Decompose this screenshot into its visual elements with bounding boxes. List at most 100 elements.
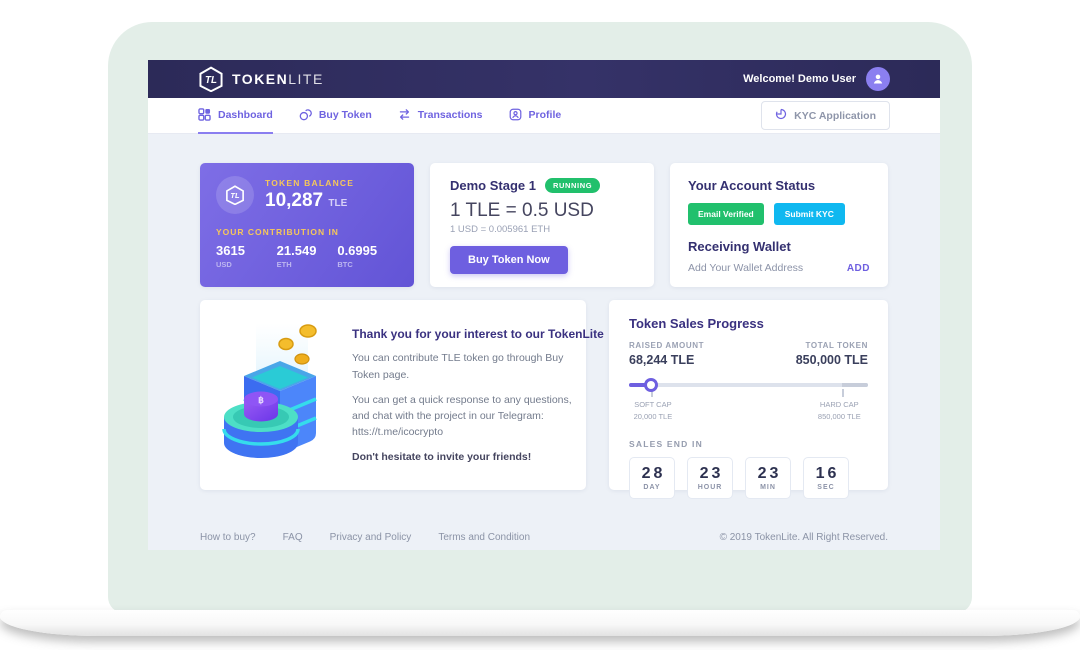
dashboard-content: TL TOKEN BALANCE 10,287 TLE YOUR CONTRIB… [148, 134, 940, 550]
footer-link-faq[interactable]: FAQ [283, 532, 303, 543]
footer-link-terms[interactable]: Terms and Condition [438, 532, 530, 543]
account-status-card: Your Account Status Email Verified Submi… [670, 163, 888, 287]
user-avatar[interactable] [866, 67, 890, 91]
sales-progress-slider [629, 378, 868, 392]
contribution-usd-label: USD [216, 260, 277, 269]
countdown-min-box: 23 MIN [745, 457, 791, 499]
raised-amount-value: 68,244 TLE [629, 353, 704, 367]
running-status-badge: RUNNING [545, 178, 600, 193]
cap-labels: SOFT CAP 20,000 TLE HARD CAP 850,000 TLE [629, 399, 868, 425]
contribution-btc-label: BTC [337, 260, 398, 269]
laptop-base [0, 610, 1080, 636]
countdown-sec-box: 16 SEC [803, 457, 849, 499]
countdown-min-value: 23 [755, 465, 782, 483]
thank-you-paragraph-2: You can get a quick response to any ques… [352, 392, 586, 441]
balance-amount-block: TOKEN BALANCE 10,287 TLE [265, 178, 354, 212]
nav-item-transactions[interactable]: Transactions [398, 98, 483, 134]
contribution-btc-value: 0.6995 [337, 243, 398, 258]
countdown-hour-box: 23 HOUR [687, 457, 733, 499]
countdown-sec-unit: SEC [817, 484, 834, 491]
thank-you-invite-line: Don't hesitate to invite your friends! [352, 451, 586, 463]
kyc-pie-icon [775, 108, 787, 123]
brand-name-bold: TOKEN [232, 71, 288, 87]
swap-arrows-icon [398, 108, 411, 121]
thank-you-paragraph-1: You can contribute TLE token go through … [352, 350, 586, 383]
slider-handle[interactable] [644, 378, 658, 392]
balance-unit: TLE [328, 198, 347, 209]
total-token-block: TOTAL TOKEN 850,000 TLE [796, 341, 868, 367]
contribution-usd-value: 3615 [216, 243, 277, 258]
sales-end-label: SALES END IN [629, 439, 868, 449]
brand-name: TOKENLITE [232, 71, 324, 87]
sales-amounts: RAISED AMOUNT 68,244 TLE TOTAL TOKEN 850… [629, 341, 868, 367]
receiving-wallet-title: Receiving Wallet [688, 239, 870, 254]
token-sub-rate: 1 USD = 0.005961 ETH [450, 224, 634, 235]
page-footer: How to buy? FAQ Privacy and Policy Terms… [200, 532, 888, 543]
add-wallet-link[interactable]: ADD [847, 263, 870, 274]
contribution-btc: 0.6995 BTC [337, 243, 398, 269]
account-status-title: Your Account Status [688, 178, 870, 193]
dashboard-grid-icon [198, 108, 211, 121]
nav-items: Dashboard Buy Token [198, 98, 587, 134]
wallet-hint: Add Your Wallet Address [688, 262, 803, 274]
brand-logo: TL TOKENLITE [198, 66, 324, 92]
raised-amount-block: RAISED AMOUNT 68,244 TLE [629, 341, 704, 367]
soft-cap-label: SOFT CAP 20,000 TLE [634, 399, 673, 422]
soft-cap-title: SOFT CAP [634, 399, 673, 411]
token-stage-card: Demo Stage 1 RUNNING 1 TLE = 0.5 USD 1 U… [430, 163, 654, 287]
nav-label-buy-token: Buy Token [319, 109, 372, 121]
kyc-application-button[interactable]: KYC Application [761, 101, 890, 130]
email-verified-badge[interactable]: Email Verified [688, 203, 764, 225]
app-window: TL TOKENLITE Welcome! Demo User [148, 60, 940, 550]
buy-token-now-button[interactable]: Buy Token Now [450, 246, 568, 274]
footer-link-how-to-buy[interactable]: How to buy? [200, 532, 256, 543]
slider-track-hardcap-segment [842, 383, 868, 387]
tokenlite-hexagon-icon: TL [198, 66, 224, 92]
slider-track [629, 383, 868, 387]
footer-links: How to buy? FAQ Privacy and Policy Terms… [200, 532, 530, 543]
kyc-button-label: KYC Application [794, 110, 876, 122]
countdown-day-box: 28 DAY [629, 457, 675, 499]
svg-text:TL: TL [205, 75, 217, 86]
total-token-label: TOTAL TOKEN [796, 341, 868, 350]
countdown-day-value: 28 [639, 465, 666, 483]
balance-header: TL TOKEN BALANCE 10,287 TLE [216, 176, 398, 214]
person-icon [871, 72, 885, 86]
token-rate: 1 TLE = 0.5 USD [450, 200, 634, 222]
nav-item-dashboard[interactable]: Dashboard [198, 98, 273, 134]
nav-item-profile[interactable]: Profile [509, 98, 562, 134]
submit-kyc-badge[interactable]: Submit KYC [774, 203, 845, 225]
contribution-values: 3615 USD 21.549 ETH 0.6995 BTC [216, 243, 398, 269]
countdown-hour-unit: HOUR [698, 484, 723, 491]
thank-you-card: ฿ Thank you for your interest to our Tok… [200, 300, 586, 490]
svg-text:฿: ฿ [258, 395, 264, 405]
nav-label-profile: Profile [529, 109, 562, 121]
balance-label: TOKEN BALANCE [265, 178, 354, 188]
footer-link-privacy[interactable]: Privacy and Policy [330, 532, 412, 543]
summary-cards-row: TL TOKEN BALANCE 10,287 TLE YOUR CONTRIB… [200, 134, 888, 287]
copyright-text: © 2019 TokenLite. All Right Reserved. [720, 532, 888, 543]
top-header: TL TOKENLITE Welcome! Demo User [148, 60, 940, 98]
hard-cap-tick [842, 389, 844, 397]
contribution-eth-label: ETH [277, 260, 338, 269]
coins-icon [299, 108, 312, 121]
stage-title-row: Demo Stage 1 RUNNING [450, 178, 634, 193]
nav-item-buy-token[interactable]: Buy Token [299, 98, 372, 134]
sales-progress-title: Token Sales Progress [629, 316, 868, 331]
balance-amount: 10,287 TLE [265, 190, 354, 212]
coins-stack-illustration: ฿ [216, 317, 338, 474]
balance-number: 10,287 [265, 190, 323, 211]
soft-cap-value: 20,000 TLE [634, 411, 673, 423]
wallet-row: Add Your Wallet Address ADD [688, 262, 870, 274]
laptop-mockup: TL TOKENLITE Welcome! Demo User [0, 0, 1080, 650]
token-logo-icon: TL [216, 176, 254, 214]
welcome-text: Welcome! Demo User [743, 73, 856, 85]
raised-amount-label: RAISED AMOUNT [629, 341, 704, 350]
contribution-usd: 3615 USD [216, 243, 277, 269]
hard-cap-label: HARD CAP 850,000 TLE [818, 399, 861, 422]
profile-card-icon [509, 108, 522, 121]
hard-cap-value: 850,000 TLE [818, 411, 861, 423]
thank-you-title: Thank you for your interest to our Token… [352, 327, 586, 341]
total-token-value: 850,000 TLE [796, 353, 868, 367]
thank-you-text: Thank you for your interest to our Token… [352, 327, 586, 462]
